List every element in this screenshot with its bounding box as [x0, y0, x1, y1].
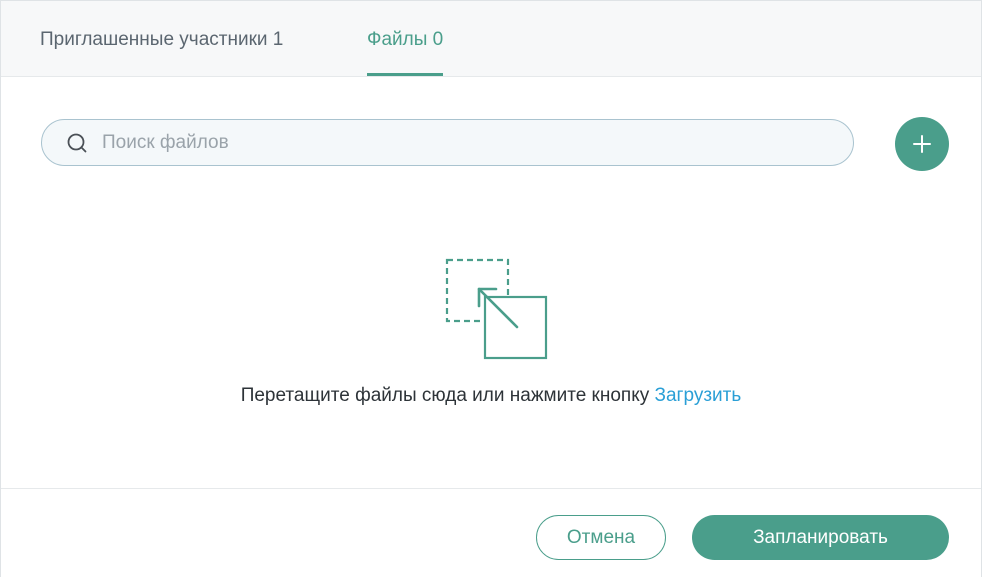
dropzone-instruction: Перетащите файлы сюда или нажмите кнопку: [240, 385, 650, 406]
schedule-button[interactable]: Запланировать: [692, 515, 949, 560]
dropzone-text: Перетащите файлы сюда или нажмите кнопку…: [1, 385, 981, 407]
cancel-button[interactable]: Отмена: [536, 515, 666, 560]
tab-files[interactable]: Файлы 0: [367, 27, 444, 76]
files-dialog: Приглашенные участники 1 Файлы 0 Перетащ…: [0, 0, 982, 577]
dialog-footer: Отмена Запланировать: [1, 488, 981, 577]
add-file-button[interactable]: [895, 117, 949, 171]
tab-bar: Приглашенные участники 1 Файлы 0: [1, 1, 981, 77]
search-icon: [67, 133, 87, 153]
file-search-box[interactable]: [41, 119, 854, 166]
tab-invited-participants-label: Приглашенные участники 1: [40, 29, 284, 50]
tab-files-label: Файлы 0: [367, 29, 444, 50]
drag-drop-icon: [445, 258, 548, 360]
active-tab-indicator: [367, 73, 444, 76]
tab-invited-participants[interactable]: Приглашенные участники 1: [40, 27, 283, 76]
upload-link[interactable]: Загрузить: [655, 385, 742, 406]
plus-icon: [913, 135, 931, 153]
file-search-input[interactable]: [100, 120, 844, 166]
